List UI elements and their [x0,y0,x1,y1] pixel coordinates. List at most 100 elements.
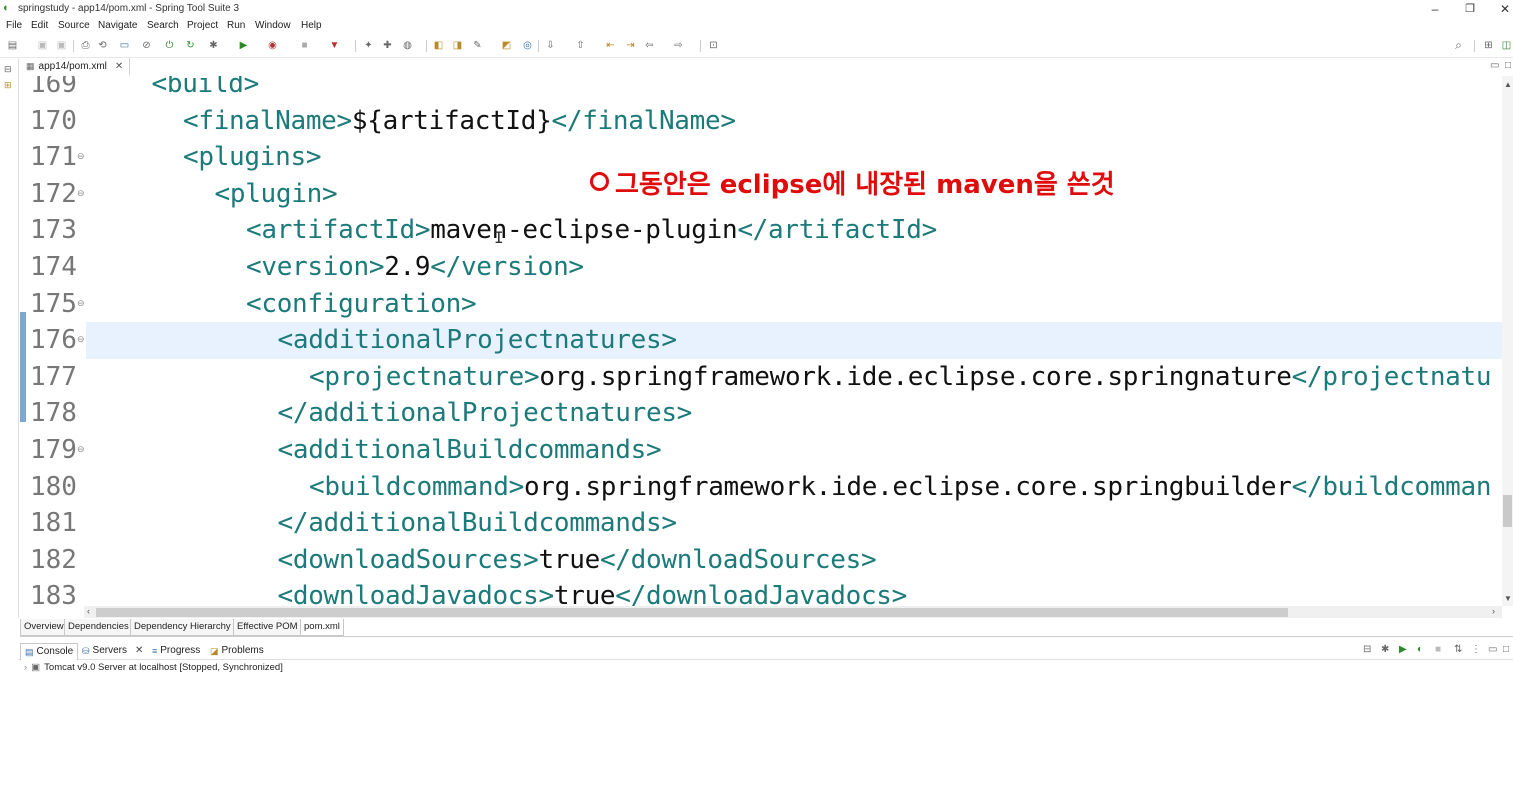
spring-boot-icon[interactable]: ⏻ [163,39,176,52]
terminal-icon[interactable]: ▭ [118,39,131,52]
external-tools-icon[interactable]: ▼ [328,39,341,52]
horizontal-scroll-thumb[interactable] [96,608,1288,617]
skip-breakpoints-icon[interactable]: ⊘ [140,39,153,52]
package-explorer-icon[interactable]: ⊟ [4,64,12,75]
back-icon[interactable]: ⇦ [643,39,656,52]
view-menu-icon[interactable]: ⋮ [1471,644,1481,655]
hierarchy-icon[interactable]: ⊞ [4,80,12,91]
publish-icon[interactable]: ⇅ [1454,644,1462,655]
search-tool-icon[interactable]: ✎ [471,39,484,52]
search-icon[interactable]: ⌕ [1452,39,1465,52]
fold-toggle-icon[interactable]: ⊖ [77,188,85,199]
open-folder-icon[interactable]: ◩ [500,39,513,52]
code-line[interactable]: 169 <build> [20,76,1502,103]
code-line[interactable]: 181 </additionalBuildcommands> [20,505,1502,542]
menu-file[interactable]: File [6,20,22,31]
vertical-scroll-thumb[interactable] [1503,495,1512,527]
collapse-all-icon[interactable]: ⊟ [1363,644,1371,655]
minimize-view-icon[interactable]: ▭ [1488,644,1497,655]
menu-navigate[interactable]: Navigate [98,20,137,31]
server-tree-item[interactable]: › ▣ Tomcat v9.0 Server at localhost [Sto… [24,660,283,674]
coverage-icon[interactable]: ◉ [266,39,279,52]
run-icon[interactable]: ▶ [237,39,250,52]
debug-icon[interactable]: ✱ [207,39,220,52]
debug-server-icon[interactable]: ✱ [1381,644,1389,655]
new-package-icon[interactable]: ✚ [381,39,394,52]
code-line[interactable]: 179 ⊖ <additionalBuildcommands> [20,432,1502,469]
code-line[interactable]: 173 <artifactId>maven-eclipse-plugin</art… [20,212,1502,249]
tab-console[interactable]: ▤ Console [20,643,79,660]
restore-button[interactable]: ❐ [1455,1,1485,17]
tab-overview[interactable]: Overview [20,619,68,636]
code-line[interactable]: 183 <downloadJavadocs>true</downloadJavad… [20,578,1502,606]
code-line[interactable]: 170 <finalName>${artifactId}</finalName> [20,103,1502,140]
menu-project[interactable]: Project [187,20,218,31]
tab-problems[interactable]: ◪ Problems [206,643,268,659]
next-annotation-icon[interactable]: ⇩ [544,39,557,52]
maximize-editor-icon[interactable]: □ [1505,60,1511,71]
code-line[interactable]: 177 <projectnature>org.springframework.id… [20,359,1502,396]
scroll-down-icon[interactable]: ▼ [1504,594,1512,603]
new-class-icon[interactable]: ◍ [401,39,414,52]
editor-tab-pom-xml[interactable]: ▦ app14/pom.xml ✕ [20,58,131,75]
forward-icon[interactable]: ⇨ [672,39,685,52]
tab-console-label: Console [36,646,74,657]
xml-source-editor[interactable]: 169 <build> 170 <finalName>${artifactId}</f… [20,76,1502,606]
tab-effective-pom[interactable]: Effective POM [233,619,302,636]
code-line[interactable]: 176 ⊖ <additionalProjectnatures> [30,322,1502,359]
forward-edit-icon[interactable]: ⇥ [624,39,637,52]
start-server-icon[interactable]: ▶ [1399,644,1407,655]
menu-window[interactable]: Window [255,20,291,31]
fold-toggle-icon[interactable]: ⊖ [77,444,85,455]
close-servers-icon[interactable]: ✕ [135,643,143,659]
fold-toggle-icon[interactable]: ⊖ [77,151,85,162]
close-tab-icon[interactable]: ✕ [115,61,123,72]
maximize-view-icon[interactable]: □ [1503,644,1509,655]
menu-search[interactable]: Search [147,20,179,31]
scroll-right-icon[interactable]: › [1492,606,1495,616]
print-icon[interactable]: ⎙ [79,39,92,52]
menu-help[interactable]: Help [301,20,322,31]
code-line[interactable]: 175 ⊖ <configuration> [20,286,1502,323]
new-java-project-icon[interactable]: ✦ [362,39,375,52]
open-perspective-icon[interactable]: ⊞ [1482,39,1495,52]
scroll-up-icon[interactable]: ▲ [1504,80,1512,89]
code-line[interactable]: 178 </additionalProjectnatures> [20,395,1502,432]
history-icon[interactable]: ⟲ [96,39,109,52]
stop-icon[interactable]: ■ [298,39,311,52]
tab-servers[interactable]: ⛁ Servers ✕ [78,643,147,659]
last-edit-icon[interactable]: ⇤ [604,39,617,52]
code-text: <finalName>${artifactId}</finalName> [183,103,736,140]
close-button[interactable]: ✕ [1490,1,1513,17]
menu-source[interactable]: Source [58,20,90,31]
tab-dependencies[interactable]: Dependencies [64,619,133,636]
stop-server-icon[interactable]: ■ [1435,644,1441,655]
refresh-icon[interactable]: ↻ [184,39,197,52]
pin-editor-icon[interactable]: ⊡ [707,39,720,52]
tab-dependency-hierarchy[interactable]: Dependency Hierarchy [130,619,235,636]
scroll-left-icon[interactable]: ‹ [87,606,90,616]
open-task-icon[interactable]: ◨ [451,39,464,52]
menu-edit[interactable]: Edit [31,20,48,31]
code-line[interactable]: 182 <downloadSources>true</downloadSource… [20,542,1502,579]
browser-icon[interactable]: ◎ [521,39,534,52]
tab-progress[interactable]: ≡ Progress [148,643,204,659]
code-line[interactable]: 174 <version>2.9</version> [20,249,1502,286]
previous-annotation-icon[interactable]: ⇧ [574,39,587,52]
annotation-label: 그동안은 eclipse에 내장된 maven을 쓴것 [615,170,1115,200]
profile-server-icon[interactable]: ◐ [1417,644,1423,655]
menu-run[interactable]: Run [227,20,245,31]
open-type-icon[interactable]: ◧ [432,39,445,52]
tab-pom-xml[interactable]: pom.xml [300,619,344,636]
new-icon[interactable]: ▤ [6,39,19,52]
minimize-button[interactable]: – [1420,1,1450,17]
minimize-editor-icon[interactable]: ▭ [1490,60,1499,71]
save-icon[interactable]: ▣ [36,39,49,52]
spring-perspective-icon[interactable]: ◫ [1500,39,1513,52]
code-line[interactable]: 180 <buildcommand>org.springframework.ide… [20,469,1502,506]
save-all-icon[interactable]: ▣ [55,39,68,52]
fold-toggle-icon[interactable]: ⊖ [77,298,85,309]
fold-toggle-icon[interactable]: ⊖ [77,334,85,345]
xml-text: org.springframework.ide.eclipse.core.spr… [523,471,1292,502]
expand-chevron-icon[interactable]: › [24,662,27,673]
